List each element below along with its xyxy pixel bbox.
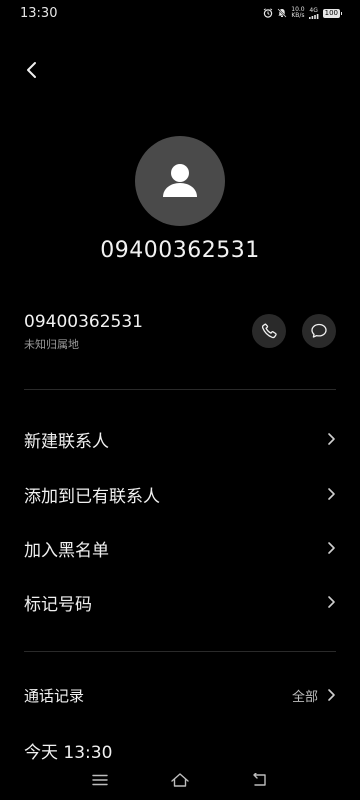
call-log-all-label: 全部 [291,689,318,705]
chevron-left-icon [27,62,36,78]
nav-back-button[interactable] [245,768,275,792]
call-log-header: 通话记录 全部 [24,675,336,715]
menu-item-label: 加入黑名单 [24,540,109,561]
call-button[interactable] [252,314,286,348]
chevron-right-icon [326,541,336,555]
status-time: 13:30 [20,6,58,21]
chevron-right-icon [326,595,336,609]
menu-icon [92,774,108,786]
mute-icon [277,8,287,18]
chevron-right-icon [326,487,336,501]
menu-item-label: 新建联系人 [24,431,109,452]
chevron-right-icon [326,688,336,702]
divider [24,651,336,652]
avatar [135,136,225,226]
net-speed: 10.0 KB/s [291,7,304,19]
message-button[interactable] [302,314,336,348]
number-row: 09400362531 未知归属地 [24,310,336,354]
menu-item-mark-number[interactable]: 标记号码 [24,575,336,629]
battery-icon: 100 [322,8,343,18]
menu-item-label: 标记号码 [24,594,92,615]
alarm-icon [263,8,273,18]
back-icon [253,773,266,786]
contact-number-title: 09400362531 [100,238,260,263]
back-button[interactable] [18,56,46,84]
signal-icon: 4G [308,7,319,19]
menu-item-blacklist[interactable]: 加入黑名单 [24,521,336,575]
phone-number[interactable]: 09400362531 [24,312,143,332]
status-icons: 10.0 KB/s 4G 100 [263,7,343,19]
menu-item-add-to-existing[interactable]: 添加到已有联系人 [24,467,336,521]
call-detail-screen: 13:30 10.0 KB/s 4G 100 09400362531 09400… [0,0,360,800]
home-icon [171,773,189,787]
navigation-bar [0,762,360,800]
divider [24,389,336,390]
call-log-entry[interactable]: 今天 13:30 [24,738,112,763]
status-bar: 13:30 10.0 KB/s 4G 100 [0,0,360,28]
phone-icon [261,323,277,339]
nav-home-button[interactable] [165,768,195,792]
call-log-all-button[interactable]: 全部 [292,686,336,705]
net-speed-unit: KB/s [291,12,305,19]
menu-item-label: 添加到已有联系人 [24,486,160,507]
call-log-title: 通话记录 [24,686,85,705]
message-icon [311,323,327,338]
chevron-right-icon [326,432,336,446]
menu-item-new-contact[interactable]: 新建联系人 [24,412,336,466]
number-location: 未知归属地 [24,338,79,351]
person-icon [163,164,197,197]
nav-menu-button[interactable] [85,768,115,792]
